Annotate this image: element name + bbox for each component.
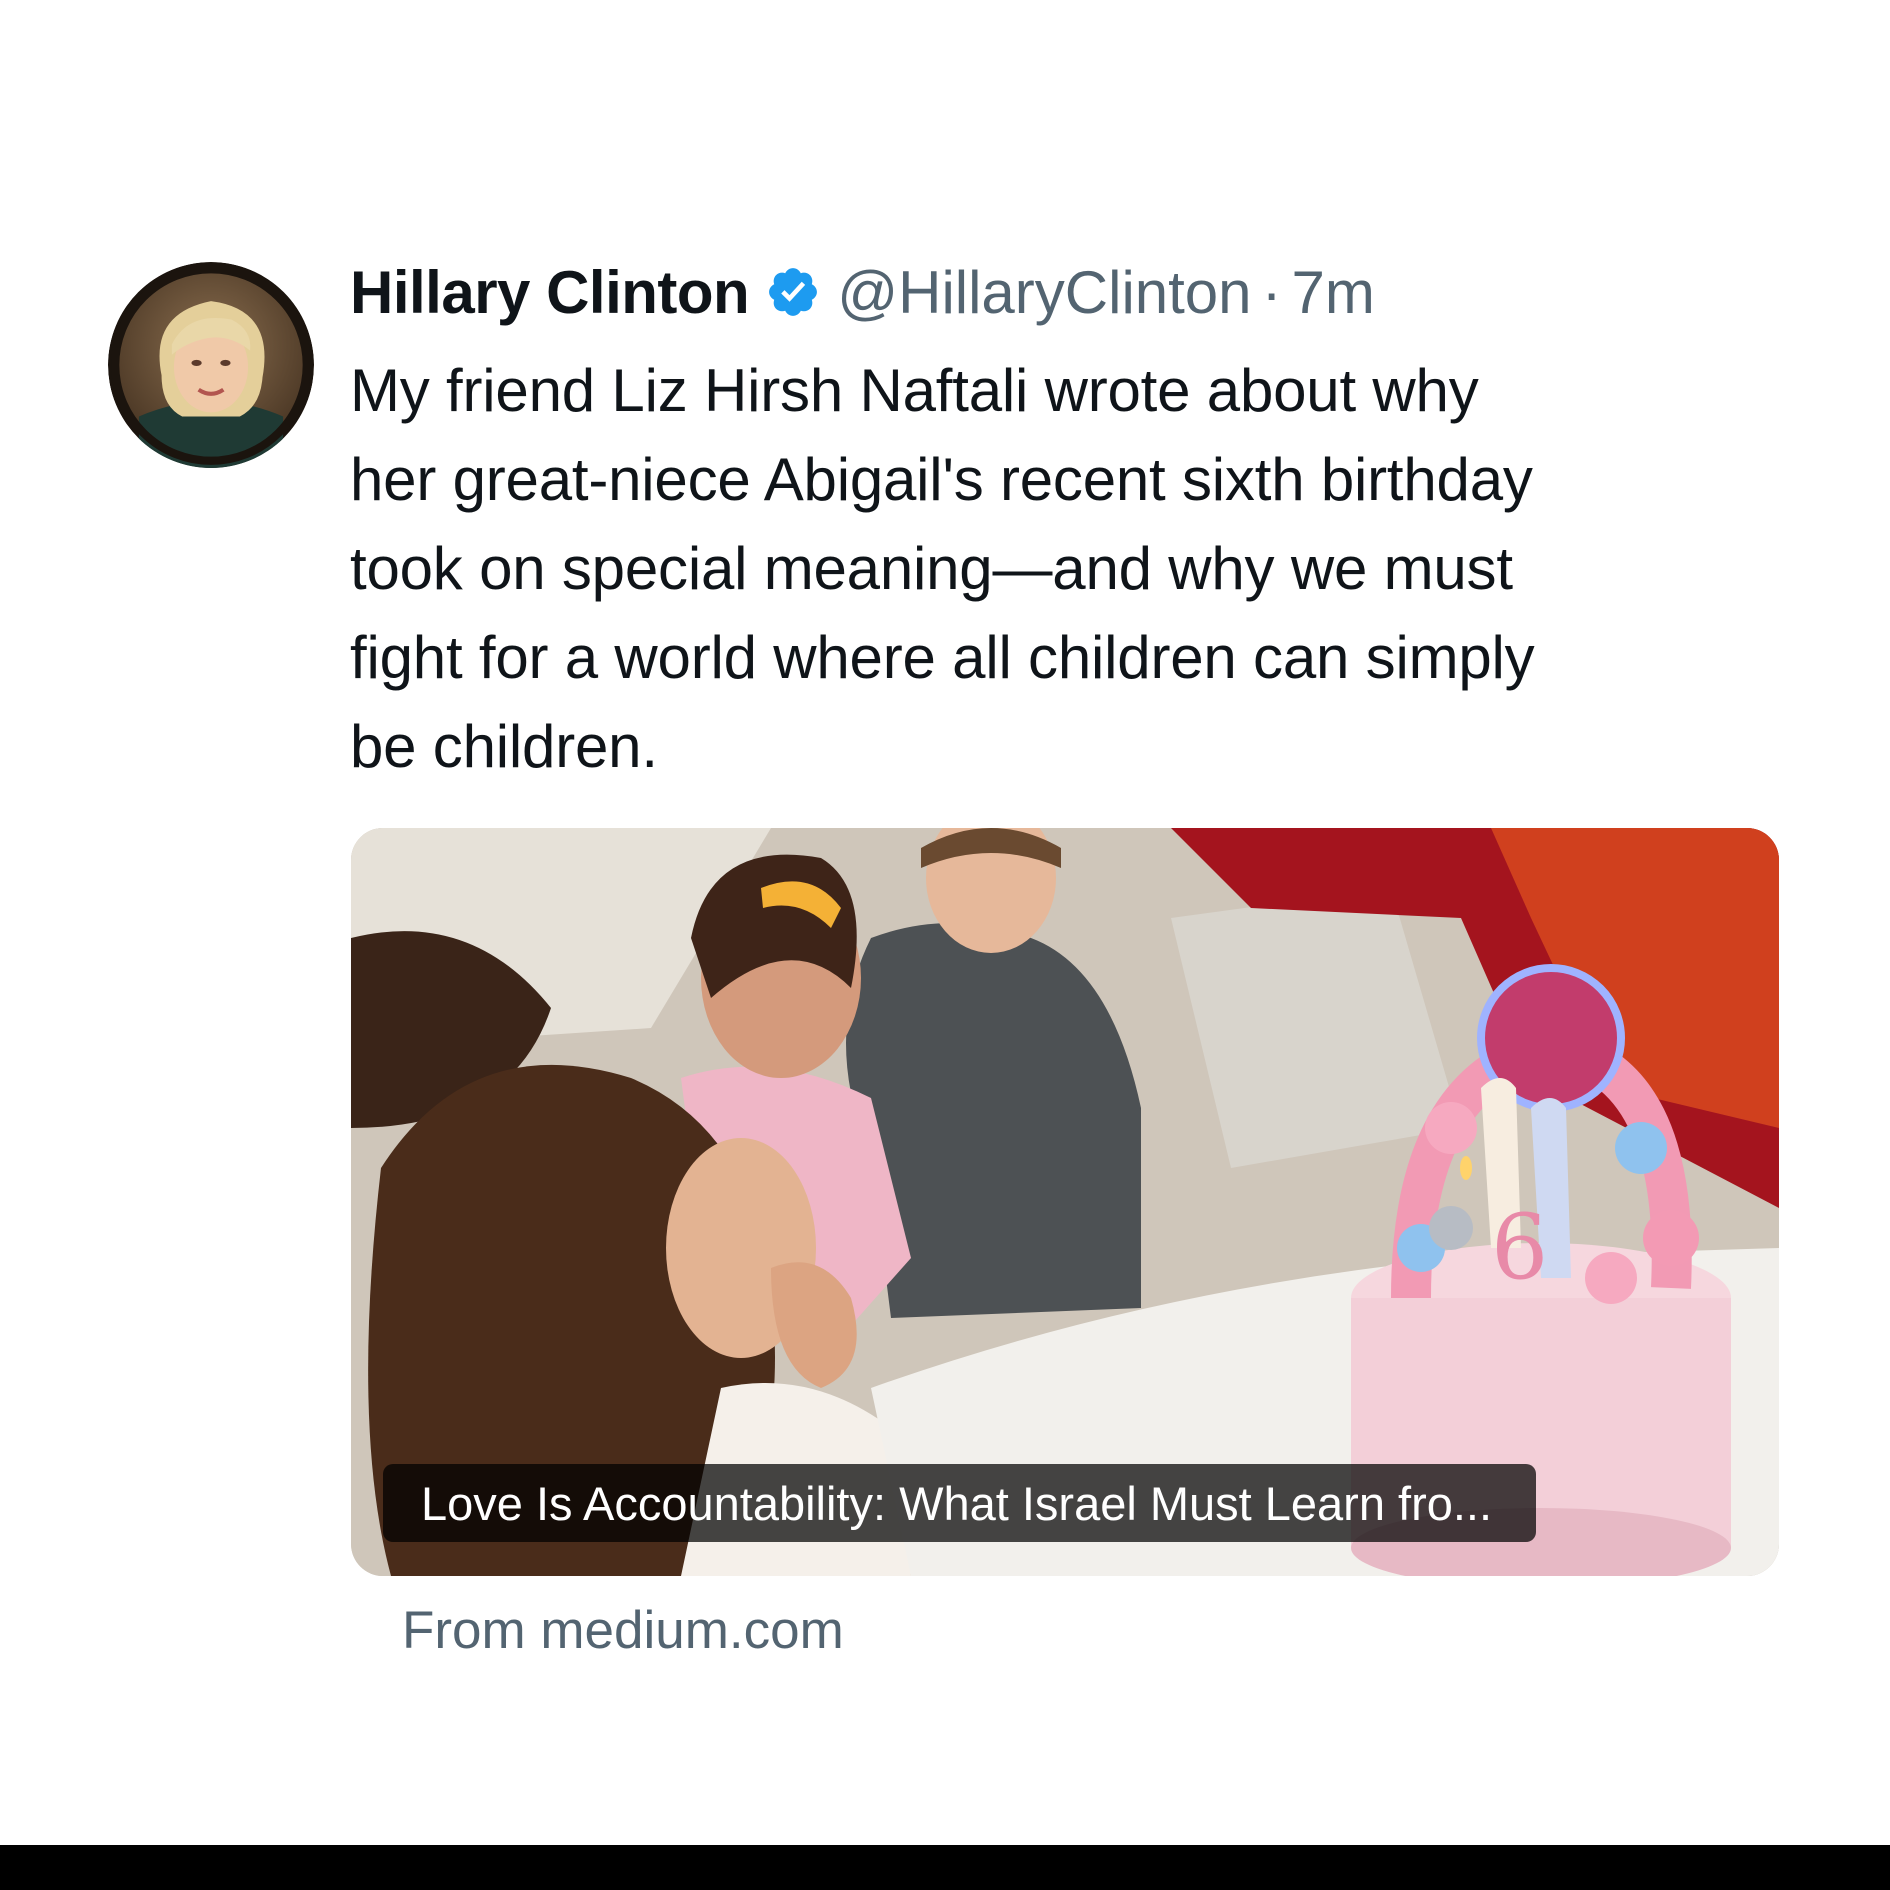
separator-dot: · xyxy=(1261,258,1282,326)
svg-text:6: 6 xyxy=(1491,1195,1548,1300)
tweet[interactable]: Hillary Clinton @HillaryClinton · 7m My … xyxy=(0,0,1890,1845)
verified-badge-icon[interactable] xyxy=(765,264,821,320)
author-avatar[interactable] xyxy=(108,262,314,468)
link-card[interactable]: 6 Love Is Accountability: What Israel Mu… xyxy=(351,828,1779,1576)
author-handle[interactable]: @HillaryClinton xyxy=(837,258,1251,327)
card-title[interactable]: Love Is Accountability: What Israel Must… xyxy=(421,1476,1492,1531)
bottom-bar xyxy=(0,1845,1890,1890)
profile-photo-icon xyxy=(108,262,314,468)
timestamp[interactable]: 7m xyxy=(1292,258,1375,327)
card-source-domain[interactable]: From medium.com xyxy=(402,1600,844,1661)
card-title-overlay[interactable]: Love Is Accountability: What Israel Must… xyxy=(383,1464,1537,1542)
tweet-header: Hillary Clinton @HillaryClinton · 7m xyxy=(350,254,1375,330)
author-name[interactable]: Hillary Clinton xyxy=(350,258,750,327)
tweet-text: My friend Liz Hirsh Naftali wrote about … xyxy=(350,357,1535,780)
